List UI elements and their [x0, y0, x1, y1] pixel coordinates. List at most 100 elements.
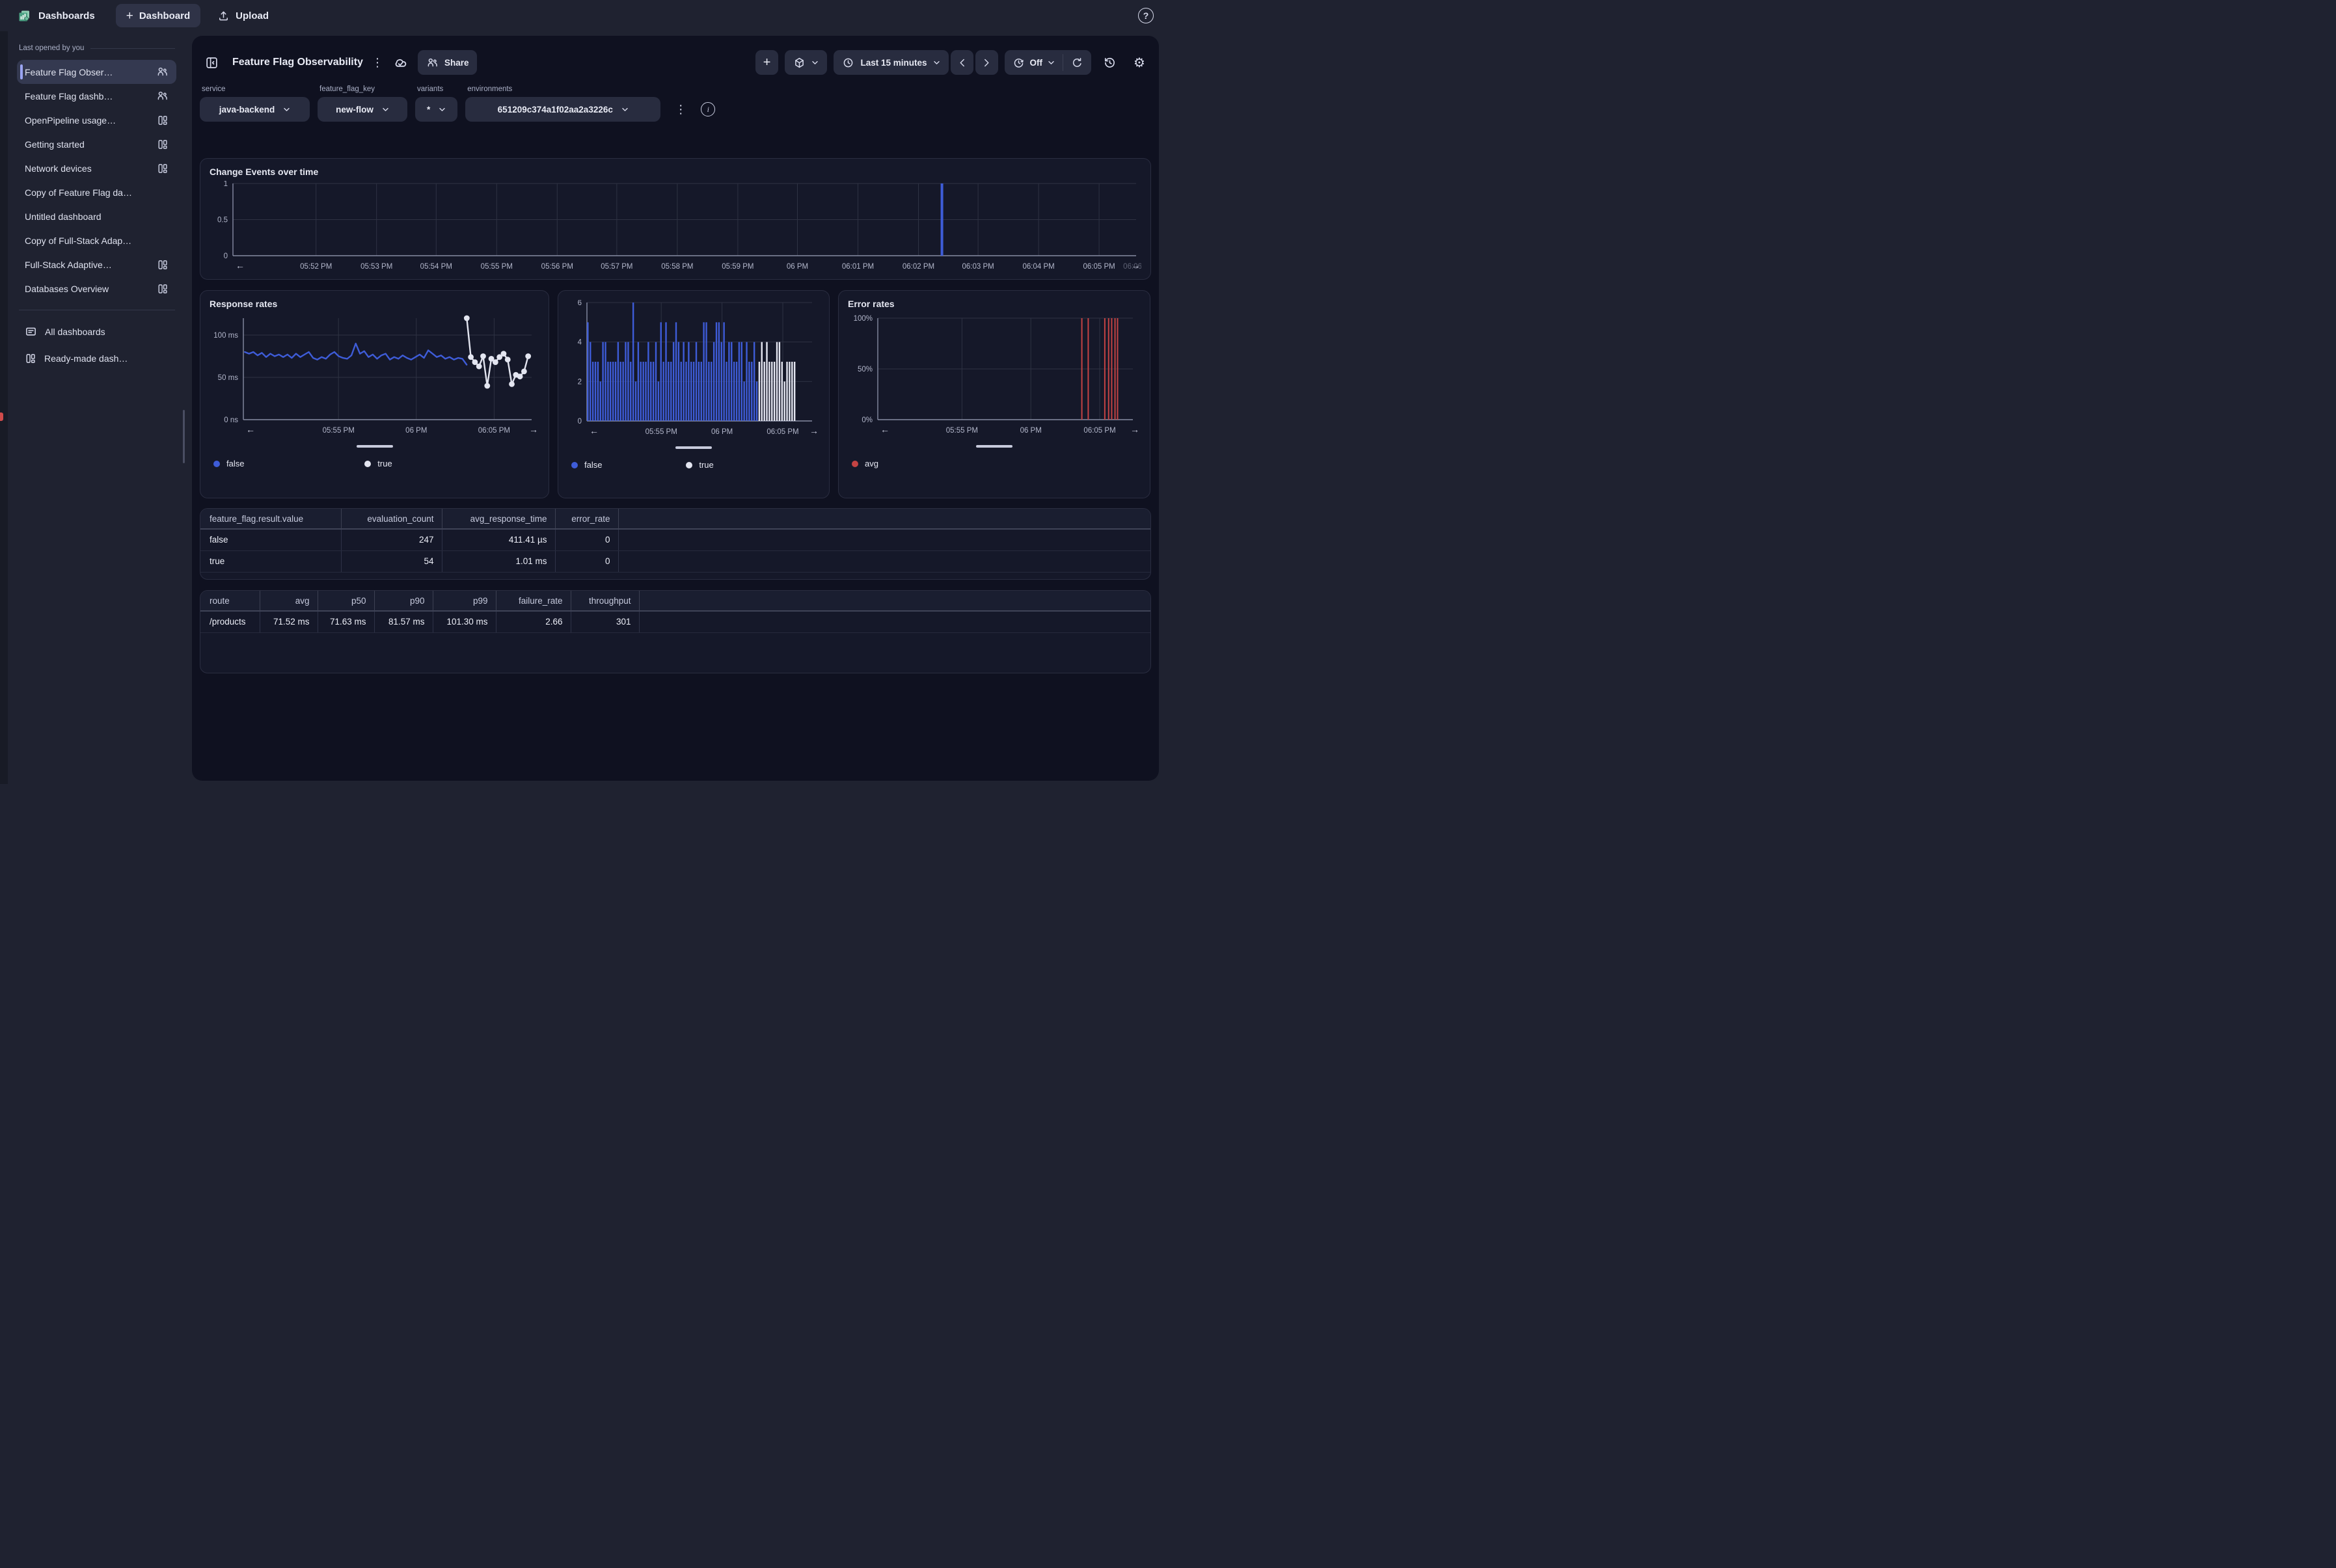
legend-item-true[interactable]: true [364, 459, 392, 468]
svg-text:6: 6 [578, 300, 582, 307]
sidebar-footer-item-1[interactable]: Ready-made dash… [17, 345, 176, 372]
table-row[interactable]: false247411.41 µs0 [200, 529, 1150, 550]
cell-failure_rate: 2.66 [496, 611, 571, 632]
flag-summary-table[interactable]: feature_flag.result.valueevaluation_coun… [200, 509, 1150, 573]
chart-scroll-indicator[interactable] [210, 445, 539, 448]
legend-item-true[interactable]: true [686, 460, 713, 470]
refresh-button[interactable] [1063, 50, 1091, 75]
auto-refresh-label: Off [1030, 58, 1043, 68]
info-button[interactable]: i [701, 102, 715, 116]
sidebar-item-7[interactable]: Copy of Full-Stack Adap… [17, 228, 176, 252]
sidebar-item-8[interactable]: Full-Stack Adaptive… [17, 252, 176, 277]
flag-summary-table-panel: feature_flag.result.valueevaluation_coun… [200, 508, 1151, 580]
sidebar-item-2[interactable]: OpenPipeline usage… [17, 108, 176, 132]
share-button[interactable]: Share [418, 50, 478, 75]
change-events-chart[interactable]: 00.5105:52 PM05:53 PM05:54 PM05:55 PM05:… [210, 181, 1141, 275]
settings-button[interactable]: ⚙ [1128, 50, 1151, 75]
sidebar-footer-list: All dashboards Ready-made dash… [8, 318, 185, 372]
chart-scroll-indicator[interactable] [848, 445, 1141, 448]
svg-text:50 ms: 50 ms [218, 374, 239, 382]
chevron-down-icon [382, 107, 389, 112]
column-header-error_rate[interactable]: error_rate [555, 509, 618, 529]
table-row[interactable]: true541.01 ms0 [200, 550, 1150, 572]
legend-item-avg[interactable]: avg [852, 459, 878, 468]
column-header-p90[interactable]: p90 [374, 591, 433, 611]
timeframe-forward-button[interactable] [975, 50, 998, 75]
filter-label: variants [415, 85, 457, 93]
info-icon: i [707, 105, 709, 115]
history-icon [1103, 56, 1117, 70]
svg-text:06:04 PM: 06:04 PM [1022, 263, 1054, 271]
sidebar-item-label: Ready-made dash… [44, 353, 169, 364]
column-header-route[interactable]: route [200, 591, 260, 611]
sidebar-item-0[interactable]: Feature Flag Obser… [17, 60, 176, 84]
chevron-down-icon [439, 107, 446, 112]
sidebar-item-label: Untitled dashboard [25, 211, 169, 222]
route-metrics-table[interactable]: routeavgp50p90p99failure_ratethroughput/… [200, 591, 1150, 633]
filter-value-dropdown[interactable]: java-backend [200, 97, 310, 122]
column-header-avg_response_time[interactable]: avg_response_time [442, 509, 555, 529]
column-header-evaluation_count[interactable]: evaluation_count [341, 509, 442, 529]
cell-evaluation_count: 54 [341, 550, 442, 572]
active-indicator [20, 64, 23, 79]
sidebar-item-6[interactable]: Untitled dashboard [17, 204, 176, 228]
sync-status-button[interactable] [389, 50, 413, 75]
dashboards-logo-icon [18, 9, 31, 23]
column-header-avg[interactable]: avg [260, 591, 318, 611]
response-rates-chart[interactable]: 0 ns50 ms100 ms05:55 PM06 PM06:05 PM←→ [210, 314, 539, 439]
svg-text:05:58 PM: 05:58 PM [661, 263, 693, 271]
dashboard-menu-button[interactable]: ⋮ [366, 50, 389, 75]
cell-error_rate: 0 [555, 529, 618, 550]
main-wrap: Feature Flag Observability ⋮ [185, 31, 1168, 784]
timeframe-button[interactable]: Last 15 minutes [834, 50, 948, 75]
column-header-feature_flag.result.value[interactable]: feature_flag.result.value [200, 509, 341, 529]
svg-text:1: 1 [224, 181, 228, 188]
history-button[interactable] [1098, 50, 1121, 75]
column-header-p50[interactable]: p50 [318, 591, 374, 611]
sidebar-footer-item-0[interactable]: All dashboards [17, 318, 176, 345]
column-header-p99[interactable]: p99 [433, 591, 496, 611]
filter-label: feature_flag_key [318, 85, 407, 93]
tab-dashboard[interactable]: + Dashboard [116, 4, 200, 27]
svg-text:0: 0 [224, 252, 228, 260]
cell-avg_response_time: 1.01 ms [442, 550, 555, 572]
svg-text:←: ← [590, 426, 599, 436]
app-brand[interactable]: Dashboards [18, 9, 95, 23]
sidebar-item-9[interactable]: Databases Overview [17, 277, 176, 301]
filter-value-dropdown[interactable]: new-flow [318, 97, 407, 122]
timeframe-back-button[interactable] [951, 50, 973, 75]
filter-value-dropdown[interactable]: * [415, 97, 457, 122]
error-rates-chart[interactable]: 0%50%100%05:55 PM06 PM06:05 PM←→ [848, 314, 1141, 439]
sidebar-item-3[interactable]: Getting started [17, 132, 176, 156]
filter-value-dropdown[interactable]: 651209c374a1f02aa2a3226c [465, 97, 660, 122]
top-bar: Dashboards + Dashboard Upload ? [0, 0, 1168, 31]
cell-avg_response_time: 411.41 µs [442, 529, 555, 550]
help-button[interactable]: ? [1138, 8, 1154, 23]
filter-kebab-icon[interactable]: ⋮ [675, 103, 686, 116]
column-header-failure_rate[interactable]: failure_rate [496, 591, 571, 611]
legend-item-false[interactable]: false [571, 460, 602, 470]
sidebar-scrollbar[interactable] [183, 410, 185, 463]
legend-dot [686, 462, 692, 468]
table-row[interactable]: /products71.52 ms71.63 ms81.57 ms101.30 … [200, 611, 1150, 632]
plus-icon: + [126, 10, 133, 22]
legend-label: false [584, 460, 602, 470]
refresh-group: Off [1005, 50, 1092, 75]
column-header-throughput[interactable]: throughput [571, 591, 639, 611]
collapse-sidebar-button[interactable] [200, 50, 223, 75]
chevron-down-icon [811, 61, 819, 65]
sidebar-item-4[interactable]: Network devices [17, 156, 176, 180]
sidebar-item-1[interactable]: Feature Flag dashb… [17, 84, 176, 108]
variables-button[interactable] [785, 50, 827, 75]
chevron-down-icon [933, 61, 940, 65]
upload-button[interactable]: Upload [210, 4, 277, 27]
auto-refresh-button[interactable]: Off [1005, 50, 1063, 75]
svg-text:05:57 PM: 05:57 PM [601, 263, 632, 271]
column-header-filler [639, 591, 1150, 611]
evaluation-counts-chart[interactable]: 024605:55 PM06 PM06:05 PM←→ [567, 300, 820, 440]
evaluation-counts-svg: 024605:55 PM06 PM06:05 PM←→ [567, 300, 820, 440]
chart-scroll-indicator[interactable] [567, 446, 820, 449]
add-tile-button[interactable]: + [755, 50, 779, 75]
legend-item-false[interactable]: false [213, 459, 244, 468]
sidebar-item-5[interactable]: Copy of Feature Flag da… [17, 180, 176, 204]
